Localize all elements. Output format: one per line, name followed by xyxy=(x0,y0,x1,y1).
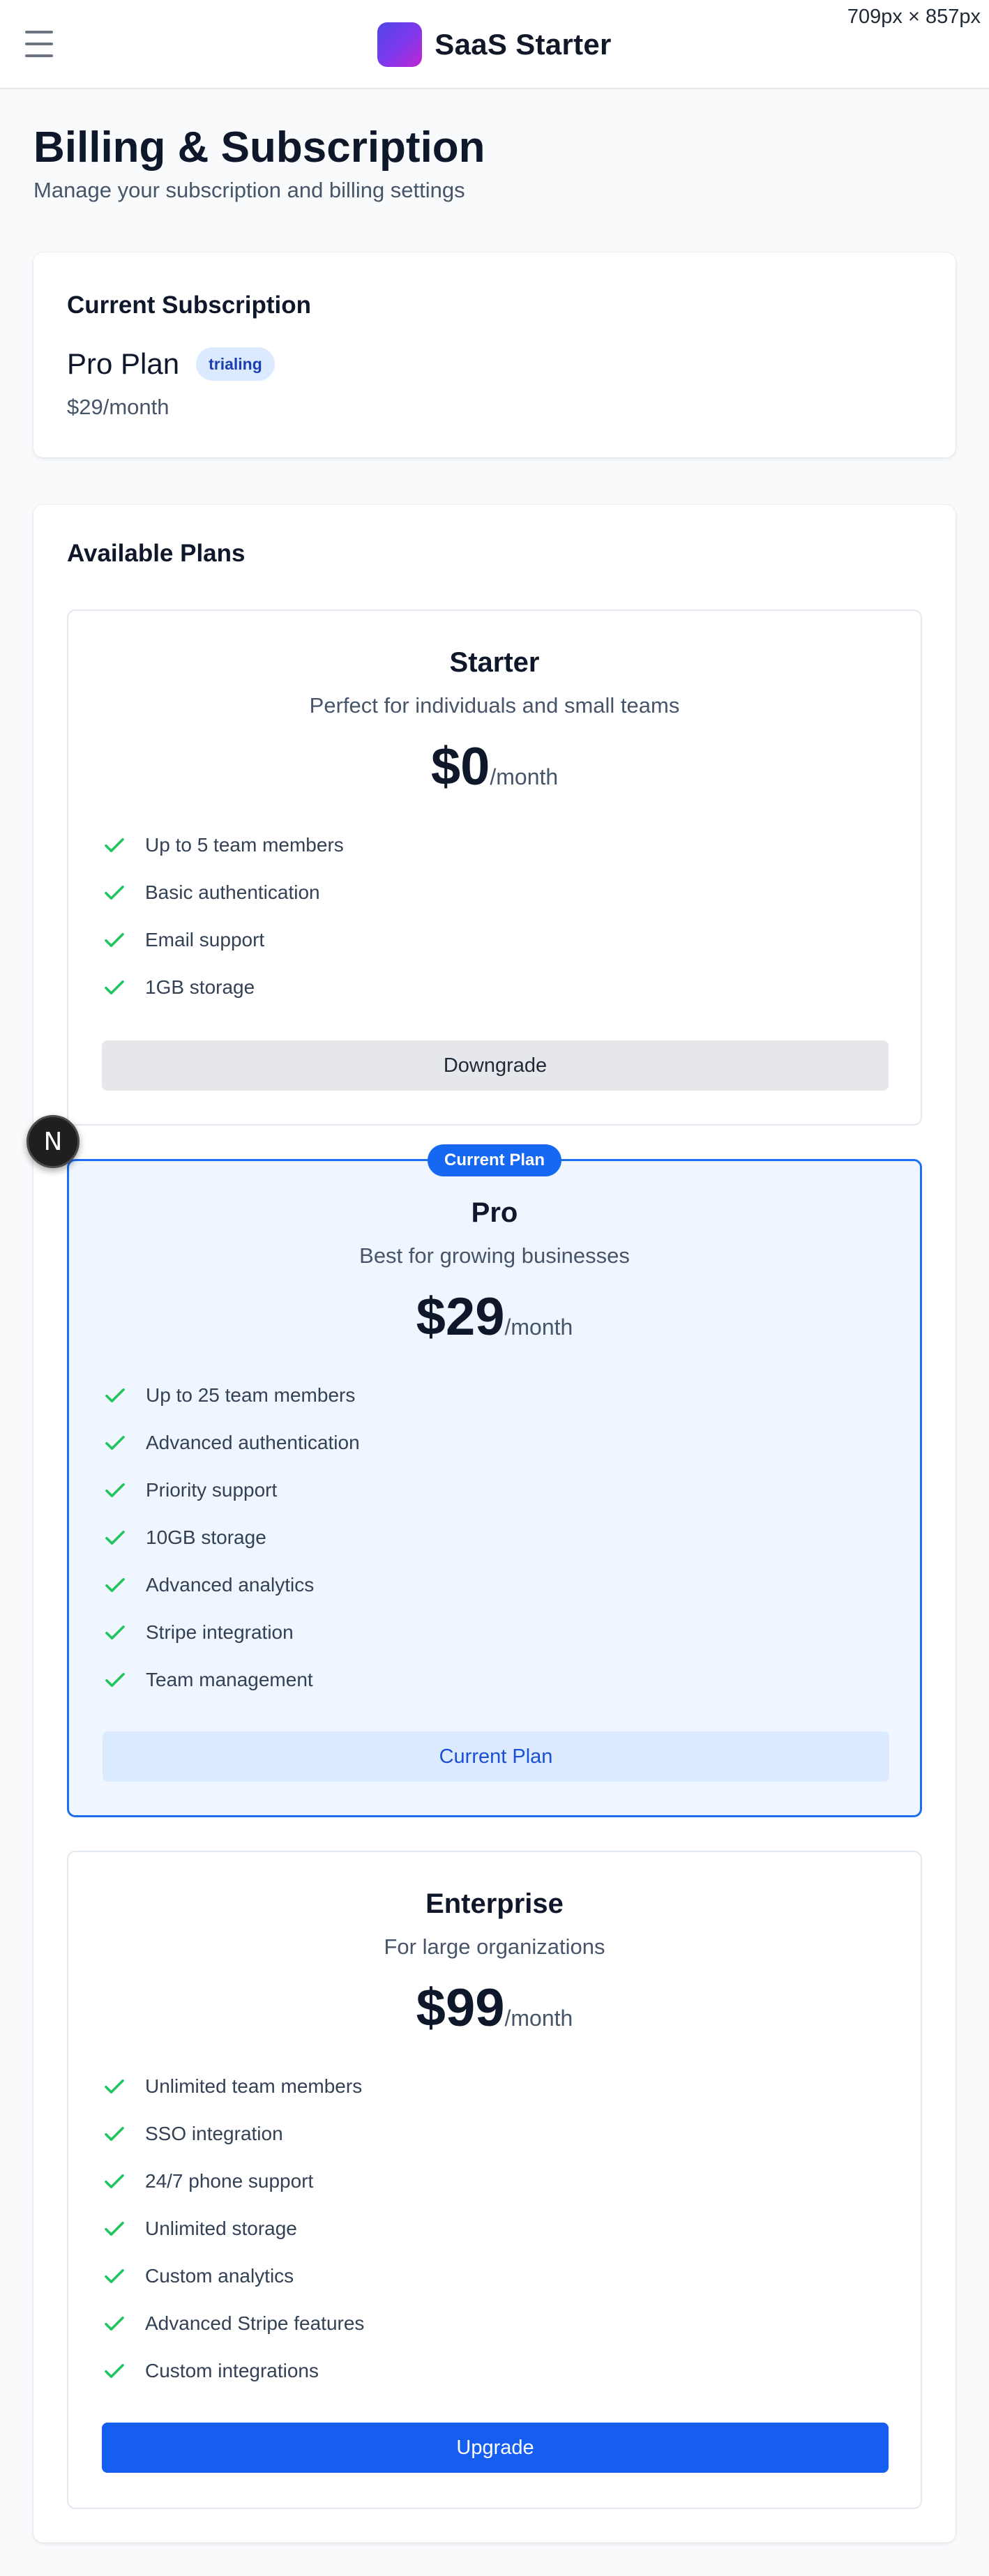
check-icon xyxy=(105,980,124,995)
menu-line xyxy=(25,54,53,57)
feature-item: Unlimited storage xyxy=(102,2205,889,2252)
feature-label: 24/7 phone support xyxy=(145,2170,314,2192)
feature-label: Up to 25 team members xyxy=(146,1384,356,1406)
upgrade-button[interactable]: Upgrade xyxy=(102,2423,889,2473)
feature-item: 24/7 phone support xyxy=(102,2158,889,2205)
feature-item: Team management xyxy=(103,1656,889,1704)
feature-item: Advanced authentication xyxy=(103,1419,889,1467)
feature-label: 1GB storage xyxy=(145,976,255,998)
hamburger-menu-icon[interactable] xyxy=(25,31,53,57)
check-icon xyxy=(105,2079,124,2094)
feature-item: Stripe integration xyxy=(103,1609,889,1656)
plan-price: $0/month xyxy=(68,736,921,797)
feature-item: Up to 25 team members xyxy=(103,1372,889,1419)
feature-label: Advanced Stripe features xyxy=(145,2312,365,2334)
plan-card-enterprise: Enterprise For large organizations $99/m… xyxy=(67,1851,922,2509)
feature-label: Email support xyxy=(145,929,265,950)
feature-item: Custom integrations xyxy=(102,2347,889,2395)
feature-item: SSO integration xyxy=(102,2110,889,2158)
available-plans-card: Available Plans Starter Perfect for indi… xyxy=(33,505,956,2543)
subscription-plan-row: Pro Plan trialing xyxy=(67,347,275,381)
plan-price-period: /month xyxy=(504,1314,573,1340)
check-icon xyxy=(105,2174,124,2189)
check-icon xyxy=(105,1625,125,1640)
feature-label: Unlimited storage xyxy=(145,2218,297,2239)
feature-list: Unlimited team members SSO integration 2… xyxy=(102,2063,889,2395)
feature-item: Custom analytics xyxy=(102,2252,889,2300)
feature-item: Priority support xyxy=(103,1467,889,1514)
check-icon xyxy=(105,2126,124,2142)
plan-price-amount: $0 xyxy=(430,737,490,796)
page-subtitle: Manage your subscription and billing set… xyxy=(33,178,465,202)
plan-price-amount: $29 xyxy=(416,1287,505,1347)
plan-name: Pro xyxy=(471,1197,518,1228)
downgrade-button[interactable]: Downgrade xyxy=(102,1040,889,1091)
available-plans-heading: Available Plans xyxy=(67,540,246,567)
feature-item: Basic authentication xyxy=(102,869,889,916)
menu-line xyxy=(25,31,53,33)
check-icon xyxy=(105,1388,125,1403)
feature-item: Email support xyxy=(102,916,889,964)
plan-card-pro: Current Plan Pro Best for growing busine… xyxy=(67,1144,922,1817)
plan-price-period: /month xyxy=(504,2006,573,2031)
feature-label: Priority support xyxy=(146,1479,278,1501)
check-icon xyxy=(105,1435,125,1450)
feature-label: Stripe integration xyxy=(146,1621,294,1643)
feature-label: Team management xyxy=(146,1669,313,1690)
plan-price: $99/month xyxy=(68,1978,921,2038)
feature-item: 10GB storage xyxy=(103,1514,889,1561)
feature-list: Up to 5 team members Basic authenticatio… xyxy=(102,821,889,1011)
check-icon xyxy=(105,2268,124,2284)
feature-label: Advanced authentication xyxy=(146,1432,360,1453)
plan-card-starter: Starter Perfect for individuals and smal… xyxy=(67,609,922,1126)
feature-label: 10GB storage xyxy=(146,1526,266,1548)
check-icon xyxy=(105,1577,125,1593)
check-icon xyxy=(105,838,124,853)
check-icon xyxy=(105,1530,125,1545)
app-name[interactable]: SaaS Starter xyxy=(435,28,611,61)
plan-description: For large organizations xyxy=(384,1934,605,1959)
status-badge: trialing xyxy=(196,347,275,381)
feature-item: Advanced Stripe features xyxy=(102,2300,889,2347)
plan-price: $29/month xyxy=(69,1287,920,1347)
plan-name: Starter xyxy=(449,647,540,678)
app-logo[interactable] xyxy=(377,22,423,67)
feature-item: 1GB storage xyxy=(102,964,889,1011)
dev-tools-badge[interactable]: N xyxy=(27,1115,80,1168)
check-icon xyxy=(105,2316,124,2331)
page-title: Billing & Subscription xyxy=(33,123,485,172)
plan-description: Best for growing businesses xyxy=(359,1243,630,1268)
subscription-plan-name: Pro Plan xyxy=(67,347,180,380)
feature-label: Basic authentication xyxy=(145,881,320,903)
plan-price-period: /month xyxy=(490,764,559,789)
menu-line xyxy=(25,43,53,45)
feature-label: SSO integration xyxy=(145,2123,283,2144)
viewport-size-readout: 709px × 857px xyxy=(847,6,981,28)
feature-item: Advanced analytics xyxy=(103,1561,889,1609)
feature-label: Custom analytics xyxy=(145,2265,294,2287)
feature-item: Up to 5 team members xyxy=(102,821,889,869)
plan-description: Perfect for individuals and small teams xyxy=(309,693,680,718)
check-icon xyxy=(105,1483,125,1498)
check-icon xyxy=(105,2221,124,2236)
check-icon xyxy=(105,1672,125,1688)
feature-item: Unlimited team members xyxy=(102,2063,889,2110)
current-plan-button[interactable]: Current Plan xyxy=(103,1732,889,1782)
subscription-price: $29/month xyxy=(67,395,169,419)
feature-label: Custom integrations xyxy=(145,2360,319,2381)
top-bar: SaaS Starter 709px × 857px xyxy=(0,0,989,89)
current-subscription-heading: Current Subscription xyxy=(67,291,312,319)
feature-label: Unlimited team members xyxy=(145,2075,363,2097)
check-icon xyxy=(105,885,124,900)
current-plan-tag: Current Plan xyxy=(427,1144,562,1176)
feature-label: Up to 5 team members xyxy=(145,834,344,856)
check-icon xyxy=(105,2363,124,2379)
feature-list: Up to 25 team members Advanced authentic… xyxy=(103,1372,889,1704)
plan-name: Enterprise xyxy=(425,1888,564,1919)
plan-price-amount: $99 xyxy=(416,1978,505,2038)
feature-label: Advanced analytics xyxy=(146,1574,315,1596)
current-subscription-card: Current Subscription Pro Plan trialing $… xyxy=(33,252,956,457)
brand: SaaS Starter xyxy=(0,0,989,89)
check-icon xyxy=(105,932,124,948)
